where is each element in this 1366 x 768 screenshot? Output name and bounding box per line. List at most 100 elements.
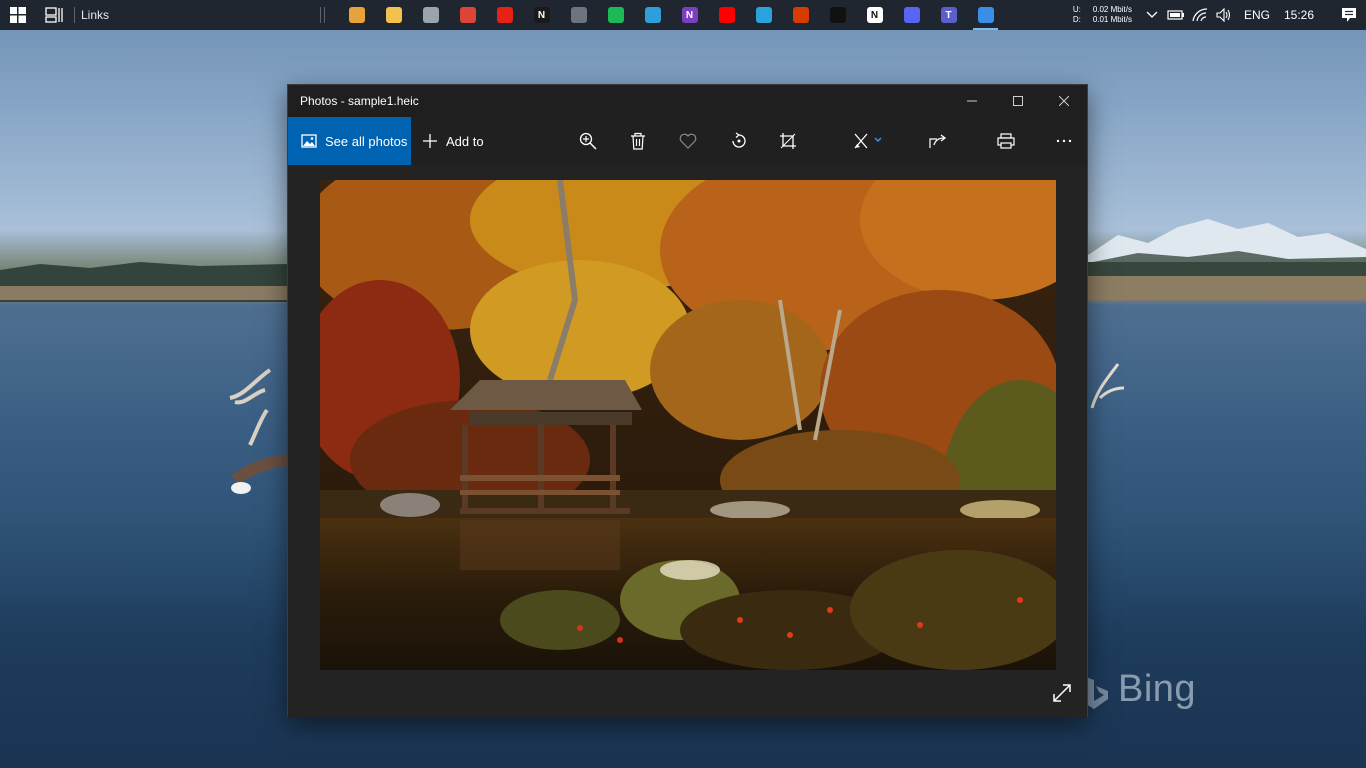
taskbar-app-button[interactable]	[449, 0, 486, 30]
photos-gallery-icon	[301, 134, 317, 148]
app-icon-grey	[422, 7, 439, 23]
close-button[interactable]	[1041, 85, 1087, 117]
trash-icon	[631, 132, 645, 150]
input-language-button[interactable]: ENG	[1244, 8, 1270, 22]
minimize-icon	[967, 100, 977, 102]
task-view-icon	[45, 7, 63, 23]
displayed-photo[interactable]	[320, 180, 1056, 670]
maximize-button[interactable]	[995, 85, 1041, 117]
chrome-icon	[459, 7, 476, 23]
autumn-gazebo-photo	[320, 180, 1056, 670]
taskbar-separator	[324, 7, 325, 23]
crop-icon	[780, 133, 796, 149]
taskbar-app-button[interactable]	[893, 0, 930, 30]
zoom-in-icon	[579, 132, 597, 150]
discord-icon	[903, 7, 920, 23]
volume-button[interactable]	[1212, 0, 1236, 30]
taskbar-app-button[interactable]	[634, 0, 671, 30]
wallpaper-shore-right	[1088, 262, 1366, 300]
bing-watermark: Bing	[1118, 668, 1197, 710]
share-button[interactable]	[918, 117, 958, 165]
wifi-icon	[1192, 8, 1207, 22]
taskbar-app-button[interactable]: N	[671, 0, 708, 30]
file-explorer-icon	[385, 7, 402, 23]
clock[interactable]: 15:26	[1284, 8, 1314, 22]
taskbar-app-button[interactable]	[967, 0, 1004, 30]
task-view-button[interactable]	[36, 0, 72, 30]
title-bar[interactable]: Photos - sample1.heic	[288, 85, 1087, 117]
print-button[interactable]	[986, 117, 1026, 165]
start-button[interactable]	[0, 0, 36, 30]
share-icon	[929, 134, 947, 148]
taskbar: Links N N N T U: D: 0.02 Mbit/s 0.01 Mbit/s…	[0, 0, 1366, 30]
notion-icon: N	[866, 7, 883, 23]
net-down-value: 0.01 Mbit/s	[1092, 15, 1132, 24]
pinned-apps: NNNT	[338, 0, 1004, 30]
see-all-photos-button[interactable]: See all photos	[288, 117, 411, 165]
taskbar-app-button[interactable]	[708, 0, 745, 30]
more-options-button[interactable]	[1044, 117, 1084, 165]
see-all-photos-label: See all photos	[325, 133, 408, 149]
delete-button[interactable]	[618, 117, 658, 165]
youtube-music-icon	[496, 7, 513, 23]
zoom-button[interactable]	[568, 117, 608, 165]
chevron-up-icon	[1146, 11, 1158, 18]
office-icon	[792, 7, 809, 23]
printer-icon	[997, 133, 1015, 149]
action-center-button[interactable]	[1332, 0, 1366, 30]
expand-icon	[1053, 684, 1071, 702]
rotate-button[interactable]	[719, 117, 759, 165]
taskbar-app-button[interactable]	[560, 0, 597, 30]
taskbar-app-button[interactable]	[338, 0, 375, 30]
taskbar-app-button[interactable]: N	[523, 0, 560, 30]
network-speed-monitor[interactable]: U: D: 0.02 Mbit/s 0.01 Mbit/s	[1073, 5, 1132, 25]
taskbar-app-button[interactable]	[819, 0, 856, 30]
taskbar-app-button[interactable]: N	[856, 0, 893, 30]
edit-create-button[interactable]	[843, 117, 893, 165]
crop-button[interactable]	[768, 117, 808, 165]
taskbar-app-button[interactable]	[597, 0, 634, 30]
net-down-label: D:	[1072, 15, 1081, 24]
edge-icon	[644, 7, 661, 23]
taskbar-app-button[interactable]: T	[930, 0, 967, 30]
microsoft-store-icon	[348, 7, 365, 23]
favorite-button[interactable]	[668, 117, 708, 165]
taskbar-app-button[interactable]	[782, 0, 819, 30]
net-up-label: U:	[1072, 5, 1081, 14]
antlers-left	[229, 368, 287, 494]
app-icon-lines	[570, 7, 587, 23]
full-screen-button[interactable]	[1047, 678, 1077, 708]
speaker-icon	[1216, 8, 1231, 22]
taskbar-app-button[interactable]	[745, 0, 782, 30]
antlers-right	[1090, 363, 1125, 409]
add-to-label: Add to	[446, 133, 484, 149]
teams-icon: T	[940, 7, 957, 23]
command-bar: See all photos Add to	[288, 117, 1087, 165]
onenote-icon: N	[681, 7, 698, 23]
taskbar-app-button[interactable]	[412, 0, 449, 30]
wifi-button[interactable]	[1188, 0, 1212, 30]
telegram-icon	[755, 7, 772, 23]
wallpaper-shore-left	[0, 262, 287, 302]
taskbar-app-button[interactable]	[375, 0, 412, 30]
add-to-button[interactable]: Add to	[422, 117, 484, 165]
photo-viewer-canvas[interactable]	[288, 165, 1087, 718]
plus-icon	[423, 134, 437, 148]
notification-icon	[1342, 8, 1356, 22]
windows-logo-icon	[10, 7, 26, 23]
links-toolbar[interactable]: Links	[81, 8, 301, 22]
system-tray: U: D: 0.02 Mbit/s 0.01 Mbit/s ENG 15:26	[1073, 0, 1366, 30]
battery-button[interactable]	[1164, 0, 1188, 30]
photos-icon	[977, 7, 994, 23]
heart-icon	[679, 133, 697, 149]
show-hidden-icons-button[interactable]	[1140, 0, 1164, 30]
taskbar-app-button[interactable]	[486, 0, 523, 30]
taskbar-separator	[320, 7, 321, 23]
net-up-value: 0.02 Mbit/s	[1092, 5, 1132, 14]
minimize-button[interactable]	[949, 85, 995, 117]
dolby-icon	[829, 7, 846, 23]
maximize-icon	[1013, 96, 1023, 106]
close-icon	[1059, 96, 1069, 106]
caption-buttons	[949, 85, 1087, 117]
spotify-icon	[607, 7, 624, 23]
